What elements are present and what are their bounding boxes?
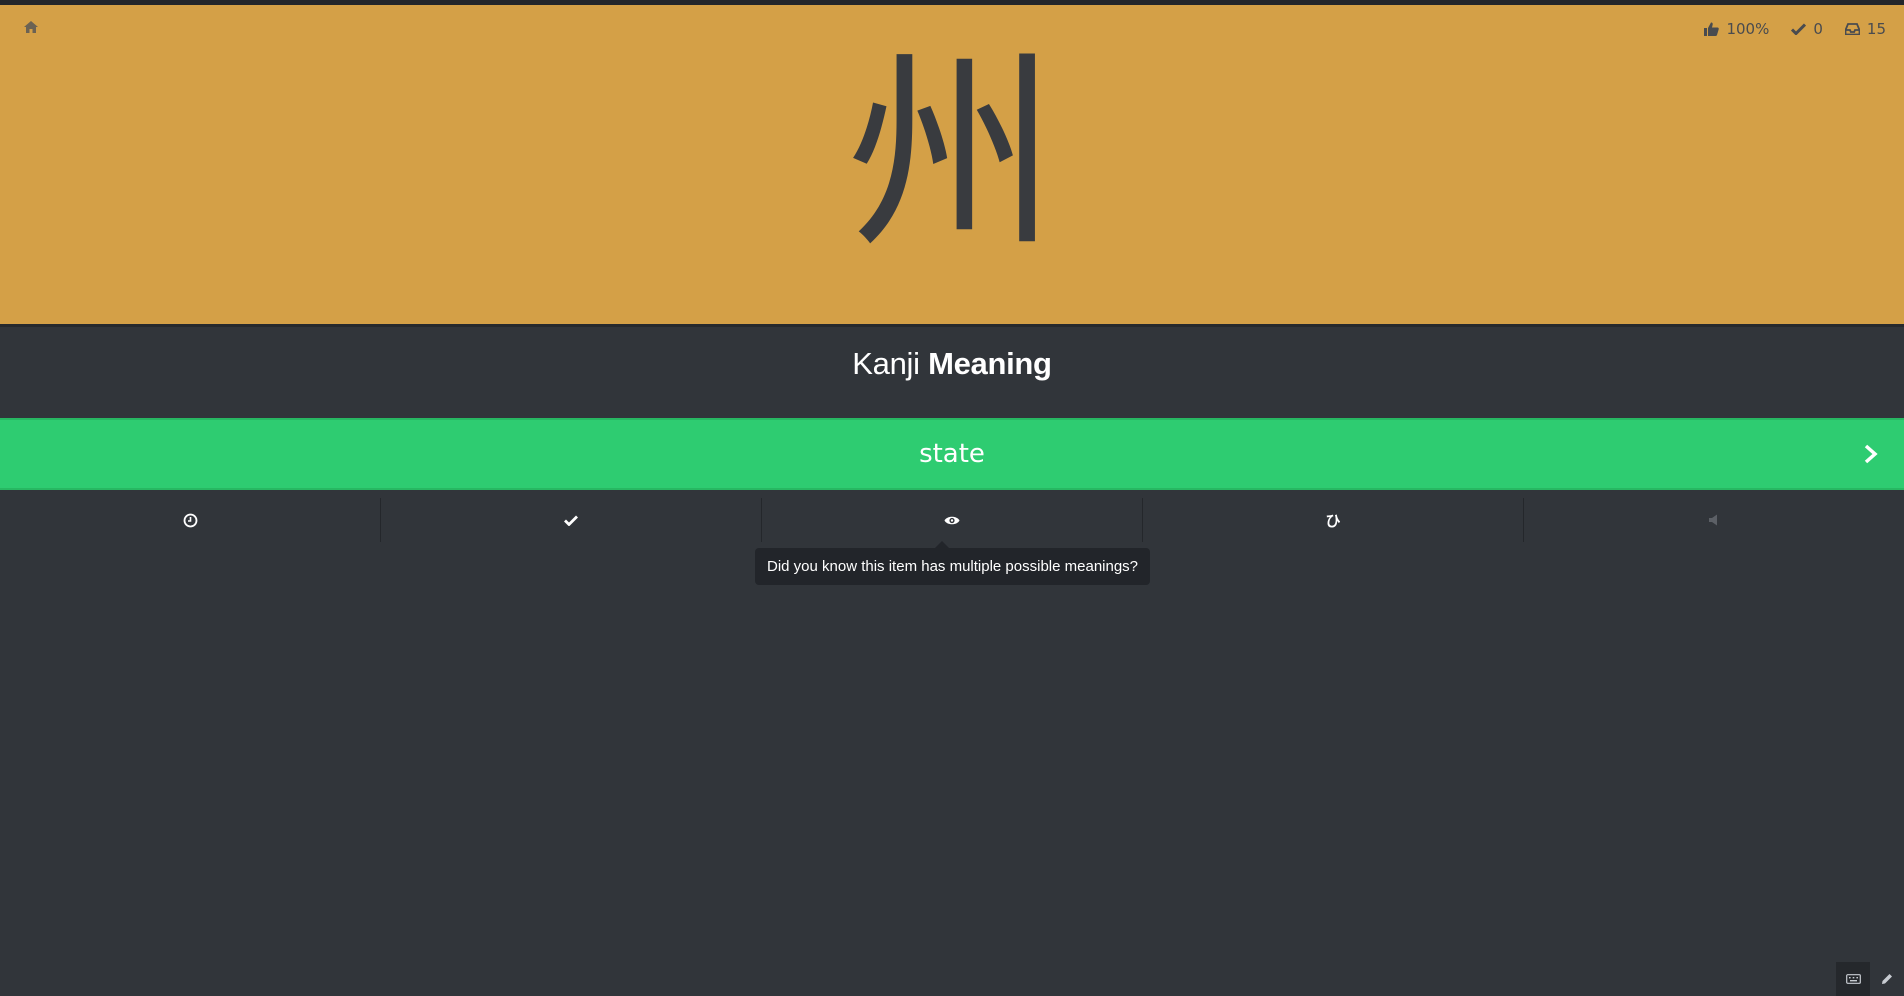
home-button[interactable]	[23, 19, 39, 35]
clock-icon	[183, 513, 197, 527]
info-tooltip: Did you know this item has multiple poss…	[755, 541, 1151, 585]
correct-percentage: 100%	[1726, 20, 1770, 38]
prompt-type: Kanji	[852, 346, 920, 381]
prompt-category: Meaning	[928, 346, 1052, 381]
check-icon	[1791, 23, 1807, 35]
chevron-right-icon	[1864, 444, 1878, 464]
answer-input[interactable]	[102, 424, 1802, 484]
pencil-icon	[1882, 974, 1892, 984]
last-items-button[interactable]	[0, 498, 381, 542]
question-prompt: Kanji Meaning	[0, 346, 1904, 382]
tooltip-arrow	[935, 541, 949, 548]
tooltip-text: Did you know this item has multiple poss…	[767, 558, 1139, 575]
remaining-count: 15	[1866, 20, 1886, 38]
correct-percentage-stat: 100%	[1704, 20, 1769, 38]
speaker-icon	[1709, 514, 1717, 526]
kanji-character: 州	[846, 32, 1057, 277]
completed-count: 0	[1813, 20, 1823, 38]
hiragana-hi-icon: ひ	[1325, 511, 1341, 530]
character-panel: 100% 0 15 州	[0, 5, 1904, 324]
thumbs-up-icon	[1704, 22, 1720, 36]
corner-buttons	[1836, 962, 1904, 996]
inbox-icon	[1844, 23, 1860, 35]
audio-button[interactable]	[1524, 498, 1904, 542]
wrap-up-button[interactable]	[381, 498, 762, 542]
kana-chart-button[interactable]: ひ	[1143, 498, 1524, 542]
check-icon	[564, 515, 578, 526]
completed-count-stat: 0	[1791, 20, 1823, 38]
review-stats: 100% 0 15	[1704, 20, 1886, 38]
edit-button[interactable]	[1870, 962, 1904, 996]
eye-icon	[944, 516, 960, 524]
answer-form	[0, 418, 1904, 490]
keyboard-icon	[1845, 974, 1861, 984]
keyboard-shortcuts-button[interactable]	[1836, 962, 1870, 996]
review-toolbar: ひ	[0, 498, 1904, 542]
submit-answer-button[interactable]	[1856, 439, 1886, 469]
item-info-button[interactable]	[762, 498, 1143, 542]
remaining-count-stat: 15	[1844, 20, 1886, 38]
home-icon	[24, 21, 38, 33]
